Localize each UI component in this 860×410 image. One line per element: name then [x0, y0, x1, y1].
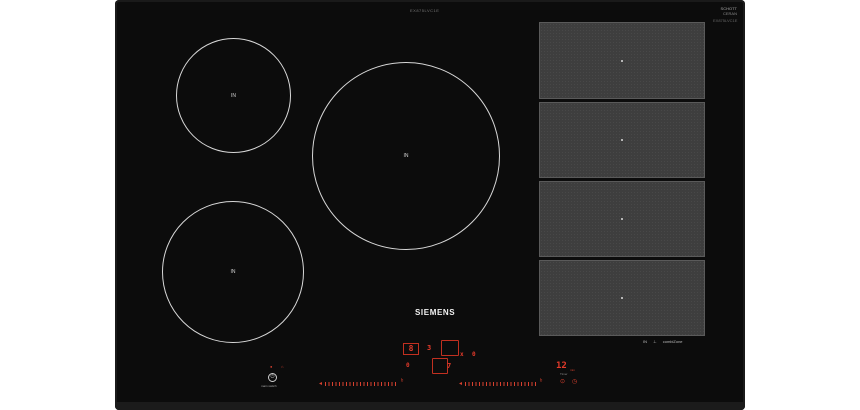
power-level-display: 8	[403, 343, 419, 355]
flex-zone-1[interactable]	[539, 22, 705, 99]
multiply-symbol: x	[460, 351, 464, 358]
hob-frame	[115, 402, 745, 410]
induction-label: IN	[643, 339, 647, 344]
zone-label: IN	[230, 269, 236, 275]
brand-logo: SIEMENS	[415, 308, 456, 317]
model-number: EX875LVC1E	[410, 8, 440, 13]
child-lock-icon[interactable]: ⌂	[281, 364, 283, 369]
level-digit: 7	[447, 362, 452, 370]
cert-line-3: EX875LVC1E	[713, 18, 738, 23]
cooking-zone-bottom-left[interactable]: IN	[162, 201, 304, 343]
flex-zone-3[interactable]	[539, 181, 705, 257]
slider-right-arrow-icon[interactable]: ◂	[459, 381, 462, 387]
power-slider-left[interactable]	[325, 382, 397, 386]
zone-label: IN	[403, 153, 409, 159]
zone-label: IN	[231, 92, 236, 99]
clock-icon[interactable]: ◷	[572, 378, 577, 385]
power-slider-right[interactable]	[465, 382, 537, 386]
timer-caption: Timer	[560, 372, 568, 376]
flex-zone-2[interactable]	[539, 102, 705, 178]
cooking-zone-centre[interactable]: IN	[312, 62, 500, 250]
zone-marker	[621, 297, 623, 299]
zone-marker	[621, 59, 623, 62]
certification-mark: SCHOTT CERAN EX875LVC1E	[713, 6, 737, 23]
zone-select-outline[interactable]	[432, 358, 448, 374]
power-button[interactable]: ⏻	[268, 373, 277, 382]
status-led-icon: ●	[270, 364, 273, 369]
zone-marker	[621, 139, 623, 141]
timer-icon[interactable]: ⊙	[560, 378, 565, 385]
slider-left-arrow-icon[interactable]: ◂	[319, 381, 322, 387]
cooking-zone-top-left[interactable]: IN	[176, 38, 291, 153]
induction-hob: EX875LVC1E SCHOTT CERAN EX875LVC1E IN IN…	[115, 0, 745, 410]
combizone-label: combiZone	[662, 339, 683, 344]
flex-zone-caption: IN ⊥ combiZone	[643, 339, 688, 344]
combizone-icon: ⊥	[653, 339, 657, 344]
flex-zone-4[interactable]	[539, 260, 705, 336]
level-digit: 3	[427, 344, 432, 352]
boost-icon[interactable]: ᵇ	[401, 379, 403, 385]
timer-unit: min	[570, 368, 575, 372]
level-digit: 0	[406, 362, 410, 369]
zone-marker	[621, 218, 623, 220]
main-switch-label: main switch	[261, 384, 277, 388]
boost-icon[interactable]: ᵇ	[540, 379, 542, 385]
zone-select-outline[interactable]	[441, 340, 459, 356]
timer-display: 12	[556, 361, 567, 371]
cert-line-2: CERAN	[722, 11, 737, 16]
zero-symbol: 0	[472, 351, 476, 358]
